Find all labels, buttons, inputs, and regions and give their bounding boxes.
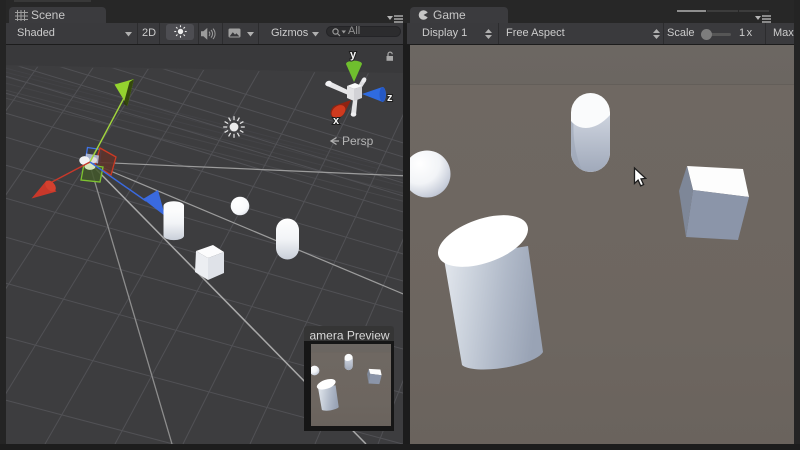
svg-text:z: z [387,92,393,104]
svg-text:amera Preview: amera Preview [310,329,390,343]
svg-text:y: y [350,49,357,61]
svg-text:Persp: Persp [342,134,374,148]
svg-text:x: x [333,115,340,127]
